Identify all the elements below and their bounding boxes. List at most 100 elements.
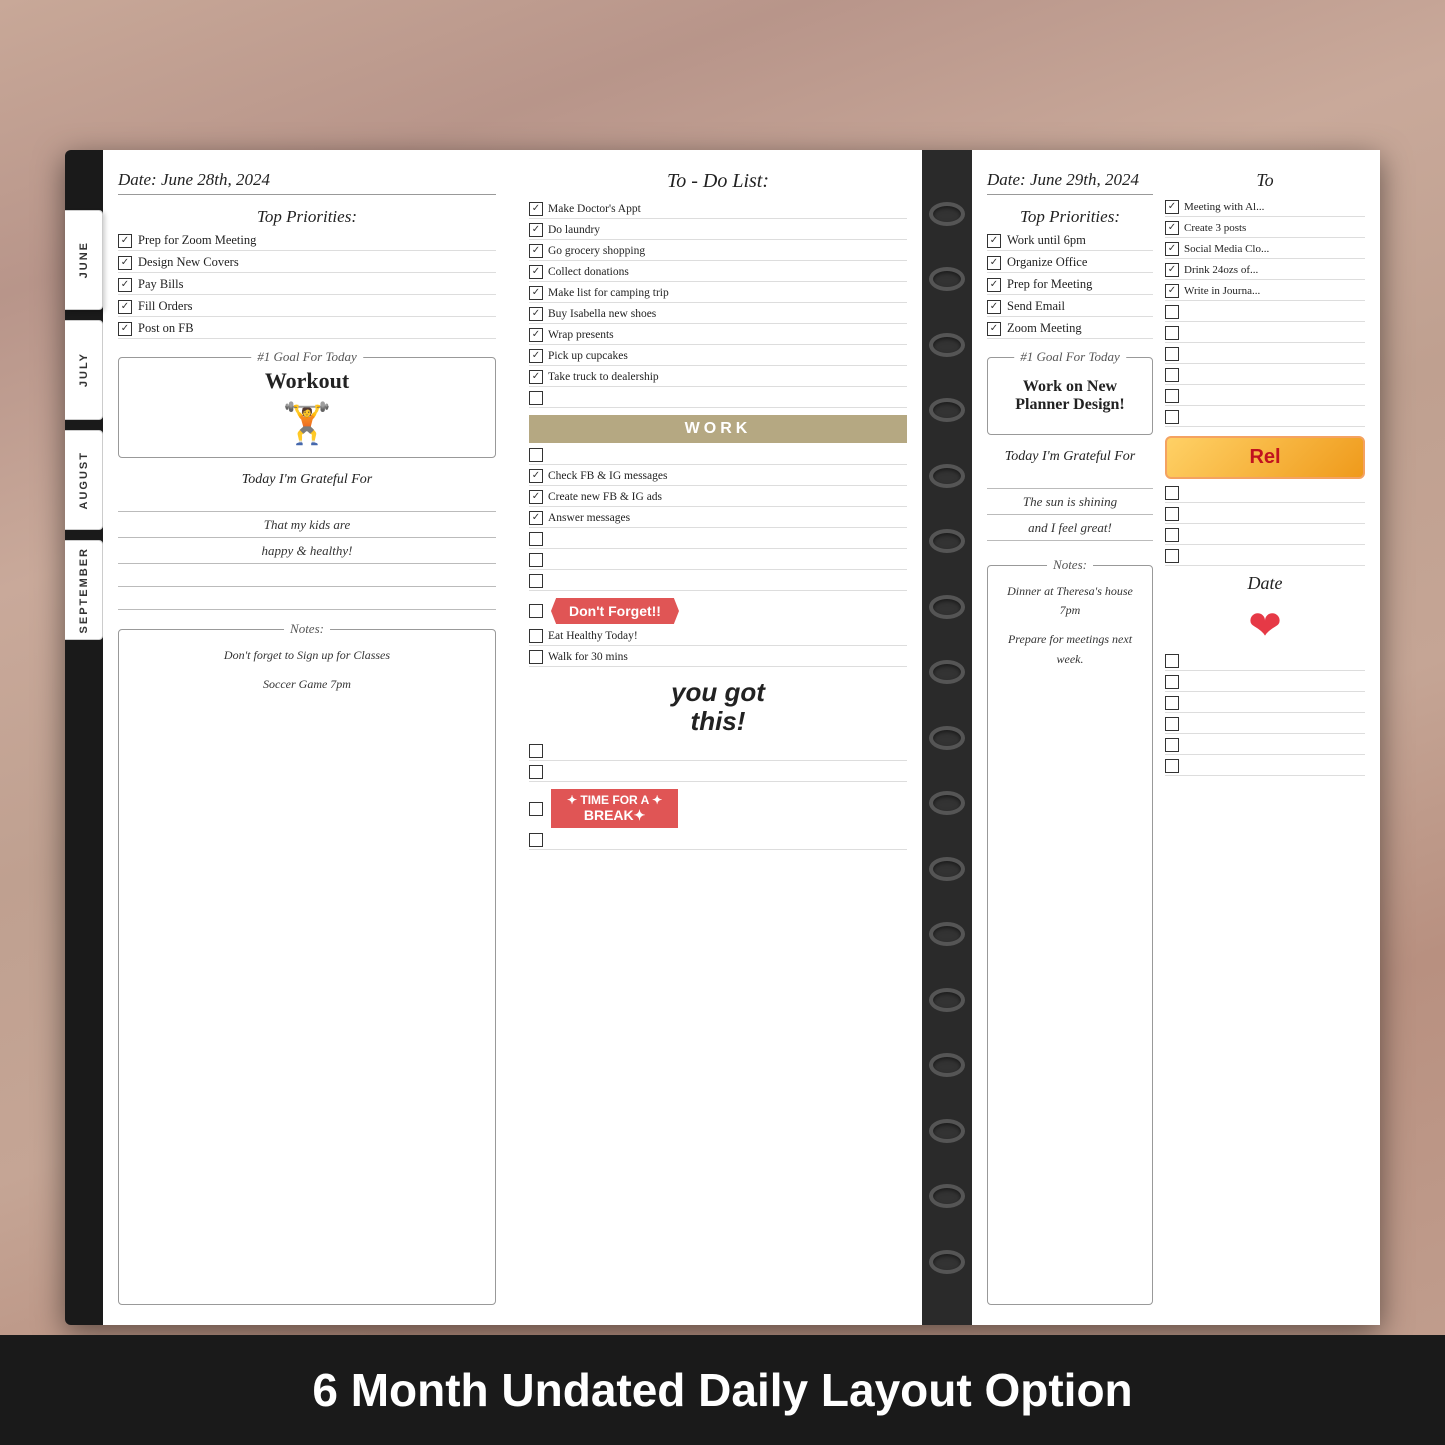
todo-check-df[interactable]: [529, 604, 543, 618]
bottom-label-text: 6 Month Undated Daily Layout Option: [312, 1363, 1132, 1417]
todo-title: To - Do List:: [529, 170, 907, 193]
rh-check-13[interactable]: [1165, 507, 1179, 521]
todo-check-5[interactable]: [529, 286, 543, 300]
rh-check-17[interactable]: [1165, 675, 1179, 689]
rh-check-14[interactable]: [1165, 528, 1179, 542]
rh-check-21[interactable]: [1165, 759, 1179, 773]
tab-june[interactable]: JUNE: [65, 210, 103, 310]
relax-box: Rel: [1165, 436, 1365, 479]
todo-check-8[interactable]: [529, 349, 543, 363]
left-grateful-title: Today I'm Grateful For: [118, 472, 496, 488]
right-page: Date: June 29th, 2024 Top Priorities: Wo…: [972, 150, 1380, 1325]
todo-check-13[interactable]: [529, 490, 543, 504]
left-grateful-text1: That my kids are: [118, 517, 496, 538]
right-priority-4: Send Email: [987, 299, 1153, 317]
priority-checkbox-4[interactable]: [118, 300, 132, 314]
todo-check-3[interactable]: [529, 244, 543, 258]
todo-check-16[interactable]: [529, 553, 543, 567]
right-priority-check-1[interactable]: [987, 234, 1001, 248]
left-grateful: Today I'm Grateful For That my kids are …: [118, 472, 496, 615]
priority-checkbox-1[interactable]: [118, 234, 132, 248]
rh-check-12[interactable]: [1165, 486, 1179, 500]
rh-check-3[interactable]: [1165, 242, 1179, 256]
todo-check-22[interactable]: [529, 833, 543, 847]
right-todo-partial: To Meeting with Al... Create 3 posts Soc…: [1165, 170, 1365, 1305]
bottom-label: 6 Month Undated Daily Layout Option: [0, 1335, 1445, 1445]
todo-check-2[interactable]: [529, 223, 543, 237]
planner-book: JUNE JULY AUGUST SEPTEMBER Date: June 28…: [65, 150, 1380, 1325]
rh-text-5: Write in Journa...: [1184, 285, 1260, 297]
right-grateful-text1: The sun is shining: [987, 494, 1153, 515]
priority-text-3: Pay Bills: [138, 277, 184, 292]
todo-check-21[interactable]: [529, 765, 543, 779]
right-priority-text-1: Work until 6pm: [1007, 233, 1086, 248]
right-priority-2: Organize Office: [987, 255, 1153, 273]
todo-check-19[interactable]: [529, 650, 543, 664]
priority-checkbox-3[interactable]: [118, 278, 132, 292]
rh-check-7[interactable]: [1165, 326, 1179, 340]
todo-text-1: Make Doctor's Appt: [548, 203, 641, 215]
right-goal-box: #1 Goal For Today Work on New Planner De…: [987, 357, 1153, 435]
right-priority-text-2: Organize Office: [1007, 255, 1087, 270]
todo-check-15[interactable]: [529, 532, 543, 546]
todo-check-6[interactable]: [529, 307, 543, 321]
tab-september-label: SEPTEMBER: [78, 547, 90, 633]
priority-checkbox-2[interactable]: [118, 256, 132, 270]
tab-august[interactable]: AUGUST: [65, 430, 103, 530]
dont-forget-row: Don't Forget!!: [529, 598, 907, 624]
rh-check-16[interactable]: [1165, 654, 1179, 668]
right-priority-text-3: Prep for Meeting: [1007, 277, 1092, 292]
todo-item-6: Buy Isabella new shoes: [529, 306, 907, 324]
todo-text-7: Wrap presents: [548, 329, 614, 341]
rh-check-8[interactable]: [1165, 347, 1179, 361]
priority-checkbox-5[interactable]: [118, 322, 132, 336]
rh-check-19[interactable]: [1165, 717, 1179, 731]
rh-check-9[interactable]: [1165, 368, 1179, 382]
todo-item-20: [529, 743, 907, 761]
todo-check-17[interactable]: [529, 574, 543, 588]
tab-september[interactable]: SEPTEMBER: [65, 540, 103, 640]
rh-check-20[interactable]: [1165, 738, 1179, 752]
todo-item-21: [529, 764, 907, 782]
work-banner: WORK: [529, 415, 907, 443]
right-priority-check-3[interactable]: [987, 278, 1001, 292]
right-notes-box: Notes: Dinner at Theresa's house 7pm Pre…: [987, 565, 1153, 1305]
right-priority-check-4[interactable]: [987, 300, 1001, 314]
tab-july[interactable]: JULY: [65, 320, 103, 420]
todo-check-7[interactable]: [529, 328, 543, 342]
rh-todo-8: [1165, 346, 1365, 364]
todo-item-10: [529, 390, 907, 408]
spiral-ring-3: [929, 333, 965, 357]
spiral-ring-9: [929, 726, 965, 750]
right-priority-check-5[interactable]: [987, 322, 1001, 336]
rh-check-10[interactable]: [1165, 389, 1179, 403]
rh-check-11[interactable]: [1165, 410, 1179, 424]
todo-item-2: Do laundry: [529, 222, 907, 240]
rh-check-15[interactable]: [1165, 549, 1179, 563]
todo-check-tb[interactable]: [529, 802, 543, 816]
todo-check-20[interactable]: [529, 744, 543, 758]
walk-text: Walk for 30 mins: [548, 651, 628, 663]
priority-text-2: Design New Covers: [138, 255, 239, 270]
todo-check-9[interactable]: [529, 370, 543, 384]
rh-check-6[interactable]: [1165, 305, 1179, 319]
rh-check-18[interactable]: [1165, 696, 1179, 710]
todo-check-4[interactable]: [529, 265, 543, 279]
priority-text-5: Post on FB: [138, 321, 194, 336]
todo-item-1: Make Doctor's Appt: [529, 201, 907, 219]
todo-check-1[interactable]: [529, 202, 543, 216]
todo-check-11[interactable]: [529, 448, 543, 462]
todo-check-10[interactable]: [529, 391, 543, 405]
todo-check-12[interactable]: [529, 469, 543, 483]
rh-check-5[interactable]: [1165, 284, 1179, 298]
todo-check-18[interactable]: [529, 629, 543, 643]
rh-check-1[interactable]: [1165, 200, 1179, 214]
dont-forget-banner: Don't Forget!!: [551, 598, 679, 624]
rh-check-4[interactable]: [1165, 263, 1179, 277]
rh-check-2[interactable]: [1165, 221, 1179, 235]
left-grateful-line3: [118, 592, 496, 610]
todo-check-14[interactable]: [529, 511, 543, 525]
left-page: Date: June 28th, 2024 Top Priorities: Pr…: [103, 150, 514, 1325]
rh-todo-2: Create 3 posts: [1165, 220, 1365, 238]
right-priority-check-2[interactable]: [987, 256, 1001, 270]
